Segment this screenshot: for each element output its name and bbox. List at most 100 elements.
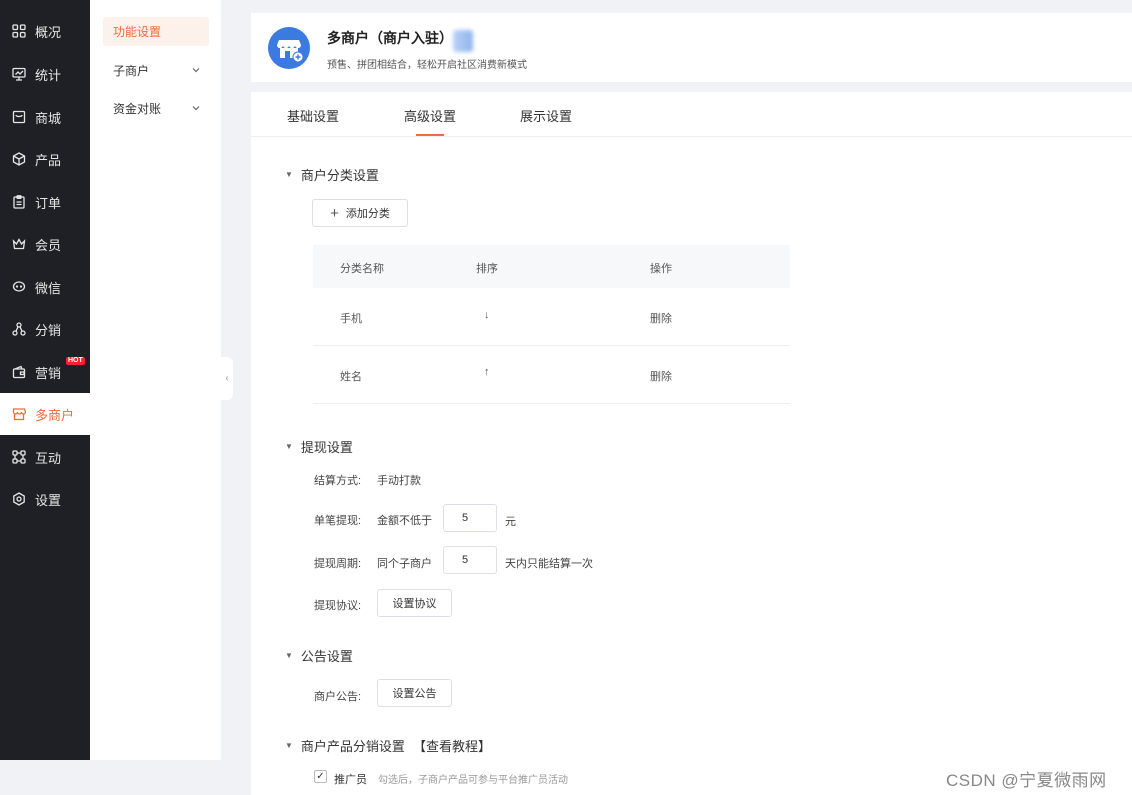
merchant-logo-icon: [268, 27, 310, 69]
active-tab-indicator: [416, 134, 444, 136]
table-row: 手机 ↓ 删除: [313, 288, 790, 346]
nav-label: 会员: [35, 237, 62, 253]
table-header: 分类名称 排序 操作: [313, 245, 790, 288]
set-notice-button[interactable]: 设置公告: [377, 679, 452, 707]
nav-label: 分销: [35, 322, 62, 338]
category-name: 姓名: [340, 371, 362, 383]
nav-label: 微信: [35, 280, 62, 296]
plus-icon: +: [330, 204, 339, 222]
nav-item-settings[interactable]: 设置: [0, 478, 90, 520]
connect-icon: [11, 449, 27, 465]
period-days-input[interactable]: [443, 546, 497, 574]
shop-window-icon: [11, 109, 27, 125]
chevron-left-icon: ‹: [225, 373, 229, 384]
submenu-item-function-settings[interactable]: 功能设置: [103, 17, 209, 46]
nav-item-interaction[interactable]: 互动: [0, 436, 90, 478]
tab-display-settings[interactable]: 展示设置: [520, 106, 572, 125]
view-tutorial-link[interactable]: 【查看教程】: [413, 736, 491, 755]
nav-item-mall[interactable]: 商城: [0, 96, 90, 138]
settle-method-value: 手动打款: [377, 475, 421, 487]
withdraw-period-label: 提现周期:: [314, 558, 362, 570]
storefront-icon: [11, 406, 27, 422]
nav-item-multi-merchant[interactable]: 多商户: [0, 393, 90, 435]
settings-panel: 基础设置 高级设置 展示设置 ▼ 商户分类设置 + 添加分类 分类名称 排序 操…: [251, 92, 1132, 795]
nav-label: 设置: [35, 492, 62, 508]
settle-method-label: 结算方式:: [314, 475, 362, 487]
add-category-button[interactable]: + 添加分类: [312, 199, 408, 227]
watermark: CSDN @宁夏微雨网: [946, 771, 1107, 790]
nav-item-order[interactable]: 订单: [0, 181, 90, 223]
section-category-settings[interactable]: ▼ 商户分类设置: [285, 165, 379, 184]
cube-icon: [11, 151, 27, 167]
section-title: 公告设置: [300, 649, 353, 664]
table-row: 姓名 ↑ 删除: [313, 346, 790, 404]
gear-icon: [11, 491, 27, 507]
withdraw-period-prefix: 同个子商户: [377, 558, 432, 570]
nav-item-member[interactable]: 会员: [0, 223, 90, 265]
app-header-card: 多商户（商户入驻） 预售、拼团相结合，轻松开启社区消费新模式: [251, 13, 1132, 82]
collapse-sidebar-handle[interactable]: ‹: [221, 357, 233, 400]
min-amount-input[interactable]: [443, 504, 497, 532]
withdraw-period-suffix: 天内只能结算一次: [505, 558, 593, 570]
sub-sidebar: 功能设置 子商户 资金对账: [90, 0, 221, 760]
single-withdraw-label: 单笔提现:: [314, 515, 362, 527]
submenu-item-sub-merchant[interactable]: 子商户: [103, 56, 209, 85]
nav-item-statistics[interactable]: 统计: [0, 53, 90, 95]
nav-item-wechat[interactable]: 微信: [0, 266, 90, 308]
section-distribution-settings[interactable]: ▼ 商户产品分销设置 【查看教程】: [285, 736, 491, 755]
column-header: 排序: [476, 263, 498, 275]
page-title: 多商户（商户入驻）: [327, 30, 453, 46]
tab-basic-settings[interactable]: 基础设置: [287, 106, 339, 125]
section-title: 提现设置: [300, 440, 353, 455]
submenu-label: 资金对账: [113, 102, 162, 116]
submenu-label: 子商户: [113, 64, 150, 78]
nav-item-marketing[interactable]: 营销 HOT: [0, 351, 90, 393]
caret-down-icon: ▼: [285, 741, 293, 750]
column-header: 操作: [650, 263, 672, 275]
nav-label: 营销: [35, 365, 62, 381]
sort-down-icon[interactable]: ↓: [484, 309, 490, 321]
nav-label: 商城: [35, 110, 62, 126]
monitor-chart-icon: [11, 66, 27, 82]
page-description: 预售、拼团相结合，轻松开启社区消费新模式: [327, 60, 527, 71]
hot-badge: HOT: [66, 357, 85, 365]
nav-label: 订单: [35, 195, 62, 211]
nav-label: 统计: [35, 67, 62, 83]
set-agreement-button[interactable]: 设置协议: [377, 589, 452, 617]
merchant-notice-label: 商户公告:: [314, 691, 362, 703]
single-withdraw-prefix: 金额不低于: [377, 515, 432, 527]
delete-link[interactable]: 删除: [650, 368, 672, 384]
caret-down-icon: ▼: [285, 442, 293, 451]
nav-item-product[interactable]: 产品: [0, 138, 90, 180]
submenu-item-fund-reconciliation[interactable]: 资金对账: [103, 94, 209, 123]
chevron-down-icon: [191, 102, 201, 116]
section-title: 商户分类设置: [300, 168, 379, 183]
section-notice-settings[interactable]: ▼ 公告设置: [285, 646, 353, 665]
section-title: 商户产品分销设置: [300, 739, 405, 754]
submenu-label: 功能设置: [113, 25, 162, 39]
promoter-label: 推广员: [334, 774, 367, 786]
nav-item-overview[interactable]: 概况: [0, 10, 90, 52]
withdraw-agreement-label: 提现协议:: [314, 600, 362, 612]
tab-advanced-settings[interactable]: 高级设置: [404, 106, 456, 125]
promoter-checkbox[interactable]: ✓: [314, 770, 327, 783]
sort-up-icon[interactable]: ↑: [484, 366, 490, 378]
nav-label: 产品: [35, 152, 62, 168]
wallet-icon: [11, 364, 27, 380]
section-withdraw-settings[interactable]: ▼ 提现设置: [285, 437, 353, 456]
nav-label: 互动: [35, 450, 62, 466]
grid-icon: [11, 23, 27, 39]
caret-down-icon: ▼: [285, 170, 293, 179]
clipboard-icon: [11, 194, 27, 210]
chat-bubble-icon: [11, 279, 27, 295]
caret-down-icon: ▼: [285, 651, 293, 660]
column-header: 分类名称: [340, 263, 384, 275]
nav-item-distribution[interactable]: 分销: [0, 308, 90, 350]
nav-label: 概况: [35, 24, 62, 40]
crown-icon: [11, 236, 27, 252]
settings-tabs: 基础设置 高级设置 展示设置: [251, 92, 1132, 137]
delete-link[interactable]: 删除: [650, 310, 672, 326]
network-icon: [11, 321, 27, 337]
category-name: 手机: [340, 313, 362, 325]
blurred-mark: [453, 30, 473, 52]
